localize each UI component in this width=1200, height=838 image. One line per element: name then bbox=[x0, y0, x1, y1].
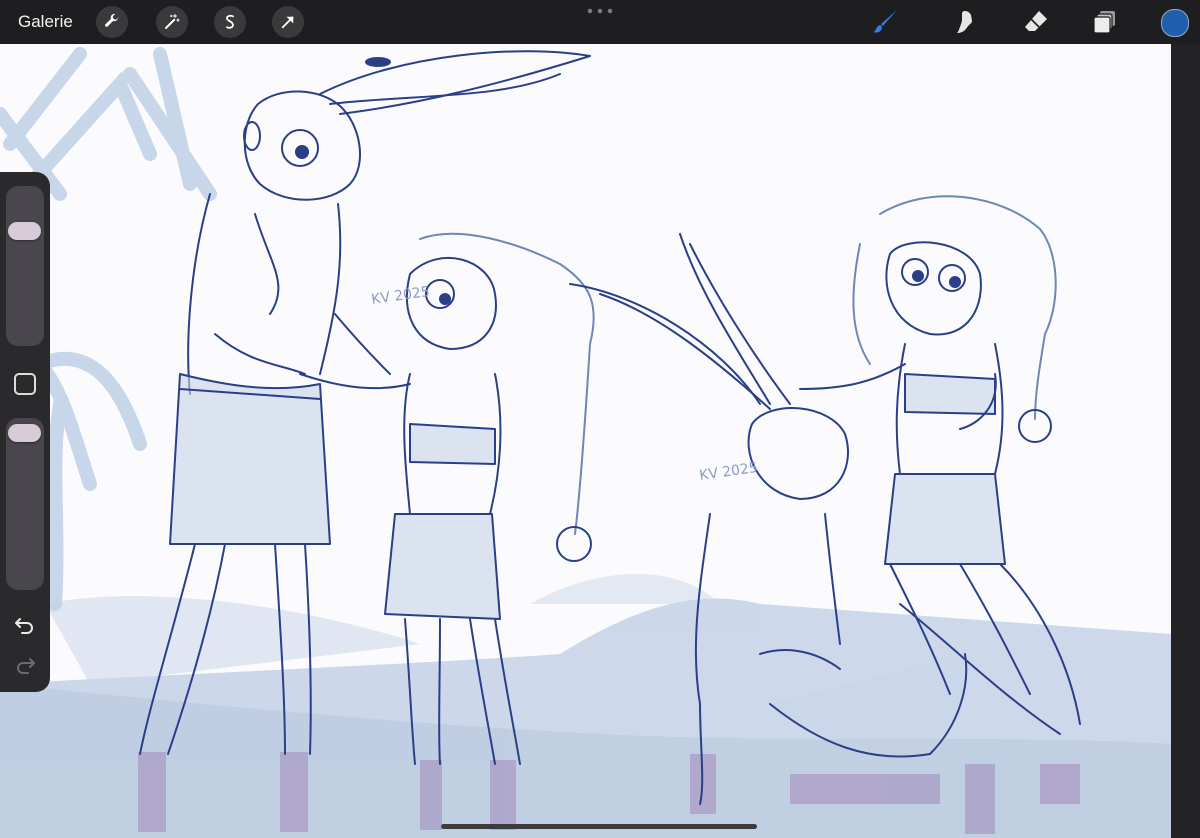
eraser-tool-button[interactable] bbox=[1020, 6, 1052, 38]
smudge-icon bbox=[957, 11, 972, 33]
magic-wand-icon bbox=[165, 13, 180, 29]
brush-icon bbox=[873, 10, 897, 33]
watermark-2: KV 2025 bbox=[698, 460, 758, 484]
selection-s-icon bbox=[226, 14, 234, 29]
smudge-tool-button[interactable] bbox=[948, 6, 980, 38]
drawing-canvas[interactable]: KV 2025 KV 2025 bbox=[0, 44, 1171, 838]
selection-button[interactable] bbox=[214, 6, 246, 38]
sketch-artwork: KV 2025 KV 2025 bbox=[0, 47, 1171, 838]
eraser-icon bbox=[1025, 11, 1047, 31]
home-indicator[interactable] bbox=[441, 824, 757, 829]
adjustments-button[interactable] bbox=[156, 6, 188, 38]
opacity-slider[interactable] bbox=[6, 418, 44, 590]
actions-button[interactable] bbox=[96, 6, 128, 38]
transform-button[interactable] bbox=[272, 6, 304, 38]
modify-button[interactable] bbox=[14, 373, 36, 395]
wrench-icon bbox=[105, 13, 119, 27]
color-picker-button[interactable] bbox=[1161, 9, 1189, 37]
layers-icon bbox=[1093, 11, 1115, 34]
undo-icon bbox=[15, 618, 33, 634]
undo-button[interactable] bbox=[12, 612, 38, 638]
opacity-thumb[interactable] bbox=[8, 424, 41, 442]
redo-button[interactable] bbox=[12, 652, 38, 678]
drag-handle-icon[interactable] bbox=[586, 7, 614, 15]
paint-tool-button[interactable] bbox=[870, 6, 902, 38]
move-arrow-icon bbox=[281, 16, 294, 29]
brush-size-thumb[interactable] bbox=[8, 222, 41, 240]
brush-size-slider[interactable] bbox=[6, 186, 44, 346]
left-sidebar bbox=[0, 172, 50, 692]
watermark-1: KV 2025 bbox=[370, 284, 430, 308]
gallery-button[interactable]: Galerie bbox=[18, 12, 73, 32]
top-toolbar: Galerie bbox=[0, 0, 1200, 44]
canvas-right-margin bbox=[1171, 44, 1200, 838]
redo-icon bbox=[17, 658, 35, 674]
layers-button[interactable] bbox=[1089, 6, 1121, 38]
